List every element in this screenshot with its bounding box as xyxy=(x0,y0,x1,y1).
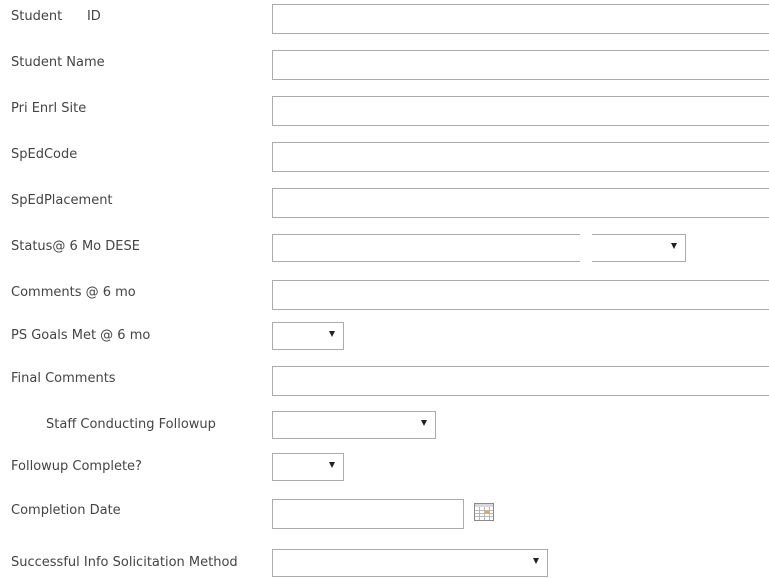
pri-enrl-site-input[interactable] xyxy=(272,96,769,126)
ps-goals-met-label: PS Goals Met @ 6 mo xyxy=(11,328,151,343)
completion-date-input[interactable] xyxy=(272,499,464,529)
final-comments-label: Final Comments xyxy=(11,371,116,386)
chevron-down-icon xyxy=(329,331,335,337)
pri-enrl-site-label: Pri Enrl Site xyxy=(11,101,87,116)
followup-complete-label: Followup Complete? xyxy=(11,459,142,474)
status-6mo-dropdown[interactable] xyxy=(272,234,686,262)
status-6mo-label: Status@ 6 Mo DESE xyxy=(11,239,140,254)
sped-code-label: SpEdCode xyxy=(11,147,78,162)
chevron-down-icon xyxy=(533,558,539,564)
chevron-down-icon xyxy=(329,462,335,468)
followup-complete-dropdown[interactable] xyxy=(272,453,344,481)
student-name-label: Student Name xyxy=(11,55,105,70)
sped-placement-input[interactable] xyxy=(272,188,769,218)
chevron-down-icon xyxy=(421,420,427,426)
sped-placement-label: SpEdPlacement xyxy=(11,193,113,208)
calendar-icon[interactable] xyxy=(474,503,494,521)
student-name-input[interactable] xyxy=(272,50,769,80)
staff-followup-dropdown[interactable] xyxy=(272,411,436,439)
student-id-input[interactable] xyxy=(272,4,769,34)
dropdown-divider xyxy=(580,234,592,262)
comments-6mo-input[interactable] xyxy=(272,280,769,310)
sped-code-input[interactable] xyxy=(272,142,769,172)
comments-6mo-label: Comments @ 6 mo xyxy=(11,285,136,300)
solicitation-method-dropdown[interactable] xyxy=(272,549,548,577)
student-id-label: Student ID xyxy=(11,9,101,24)
solicitation-method-label: Successful Info Solicitation Method xyxy=(11,555,238,570)
staff-followup-label: Staff Conducting Followup xyxy=(46,417,216,432)
ps-goals-met-dropdown[interactable] xyxy=(272,322,344,350)
chevron-down-icon xyxy=(671,243,677,249)
completion-date-label: Completion Date xyxy=(11,503,121,518)
final-comments-input[interactable] xyxy=(272,366,769,396)
